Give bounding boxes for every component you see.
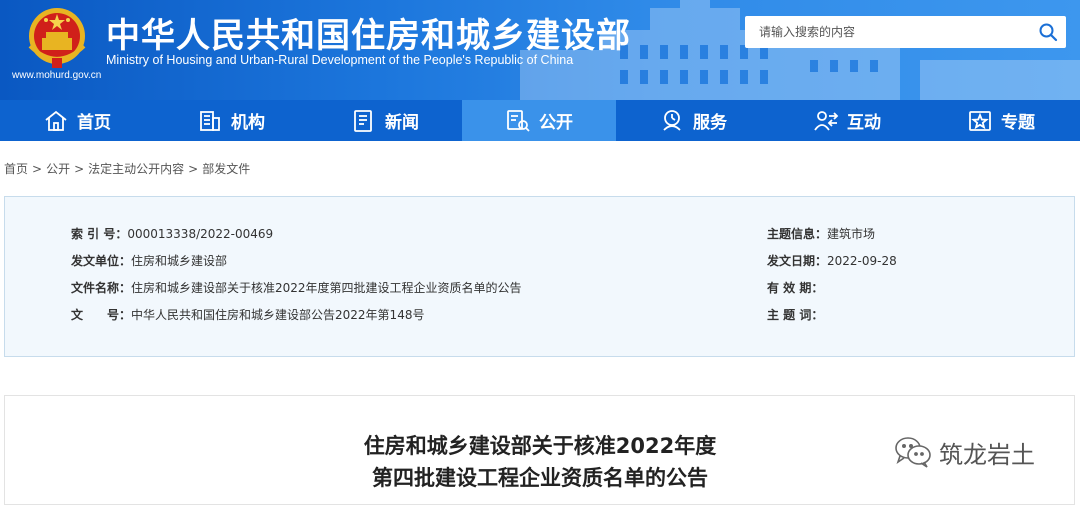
nav-item-disclosure[interactable]: 公开: [462, 100, 616, 141]
nav-label: 机构: [231, 113, 265, 133]
news-icon: [354, 109, 372, 132]
breadcrumb-disclosure[interactable]: 公开: [46, 162, 70, 176]
nav-label: 专题: [1001, 113, 1035, 133]
index-number-label: 索 引 号：: [71, 227, 128, 241]
search-bar: [745, 16, 1066, 48]
nav-label: 互动: [847, 113, 881, 133]
issuer-label: 发文单位：: [71, 254, 132, 268]
breadcrumb: 首页 > 公开 > 法定主动公开内容 > 部发文件: [4, 162, 251, 176]
topic-label: 主题信息：: [767, 227, 828, 241]
issuer-value: 住房和城乡建设部: [131, 254, 228, 268]
document-name-label: 文件名称：: [71, 281, 132, 295]
keywords-label: 主 题 词：: [767, 308, 824, 322]
index-number-value: 000013338/2022-00469: [127, 227, 274, 241]
date-value: 2022-09-28: [827, 254, 897, 268]
issuer-row: 发文单位：住房和城乡建设部: [71, 252, 227, 269]
disclosure-icon: [507, 109, 530, 132]
home-icon: [45, 110, 67, 131]
topic-value: 建筑市场: [827, 227, 876, 241]
nav-label: 公开: [539, 113, 573, 133]
date-row: 发文日期：2022-09-28: [767, 252, 897, 269]
breadcrumb-ministry-docs[interactable]: 部发文件: [202, 162, 250, 176]
nav-item-organization[interactable]: 机构: [154, 100, 308, 141]
site-title: 中华人民共和国住房和城乡建设部: [106, 16, 631, 56]
nav-item-topic[interactable]: 专题: [924, 100, 1078, 141]
service-icon: [663, 109, 681, 131]
document-number-label: 文 号：: [71, 308, 132, 322]
search-icon[interactable]: [1038, 22, 1058, 42]
main-nav: 首页 机构 新闻 公开 服务 互动 专题: [0, 100, 1080, 141]
date-label: 发文日期：: [767, 254, 828, 268]
search-input[interactable]: [745, 16, 1025, 48]
nav-label: 新闻: [385, 113, 419, 133]
site-title-english: Ministry of Housing and Urban-Rural Deve…: [106, 53, 574, 67]
nav-item-news[interactable]: 新闻: [308, 100, 462, 141]
nav-label: 服务: [693, 113, 727, 133]
breadcrumb-home[interactable]: 首页: [4, 162, 28, 176]
watermark-text: 筑龙岩土: [939, 440, 1035, 469]
building-icon: [200, 110, 220, 131]
document-number-value: 中华人民共和国住房和城乡建设部公告2022年第148号: [131, 308, 425, 322]
breadcrumb-statutory[interactable]: 法定主动公开内容: [88, 162, 184, 176]
national-emblem-icon: [28, 8, 86, 68]
site-url[interactable]: www.mohurd.gov.cn: [12, 70, 101, 81]
document-name-value: 住房和城乡建设部关于核准2022年度第四批建设工程企业资质名单的公告: [131, 281, 522, 295]
nav-label: 首页: [77, 113, 111, 133]
wechat-icon: [895, 437, 931, 468]
nav-item-home[interactable]: 首页: [0, 100, 154, 141]
topic-row: 主题信息：建筑市场: [767, 225, 875, 242]
document-name-row: 文件名称：住房和城乡建设部关于核准2022年度第四批建设工程企业资质名单的公告: [71, 279, 522, 296]
topic-icon: [969, 110, 991, 131]
index-number-row: 索 引 号：000013338/2022-00469: [71, 225, 273, 242]
keywords-row: 主 题 词：: [767, 306, 823, 323]
validity-label: 有 效 期：: [767, 281, 824, 295]
nav-item-service[interactable]: 服务: [616, 100, 770, 141]
watermark: 筑龙岩土: [893, 430, 1035, 474]
interaction-icon: [814, 110, 839, 131]
header-banner: www.mohurd.gov.cn 中华人民共和国住房和城乡建设部 Minist…: [0, 0, 1080, 100]
document-metadata-panel: 索 引 号：000013338/2022-00469 发文单位：住房和城乡建设部…: [4, 196, 1075, 357]
nav-item-interaction[interactable]: 互动: [770, 100, 924, 141]
document-number-row: 文 号：中华人民共和国住房和城乡建设部公告2022年第148号: [71, 306, 424, 323]
validity-row: 有 效 期：: [767, 279, 823, 296]
